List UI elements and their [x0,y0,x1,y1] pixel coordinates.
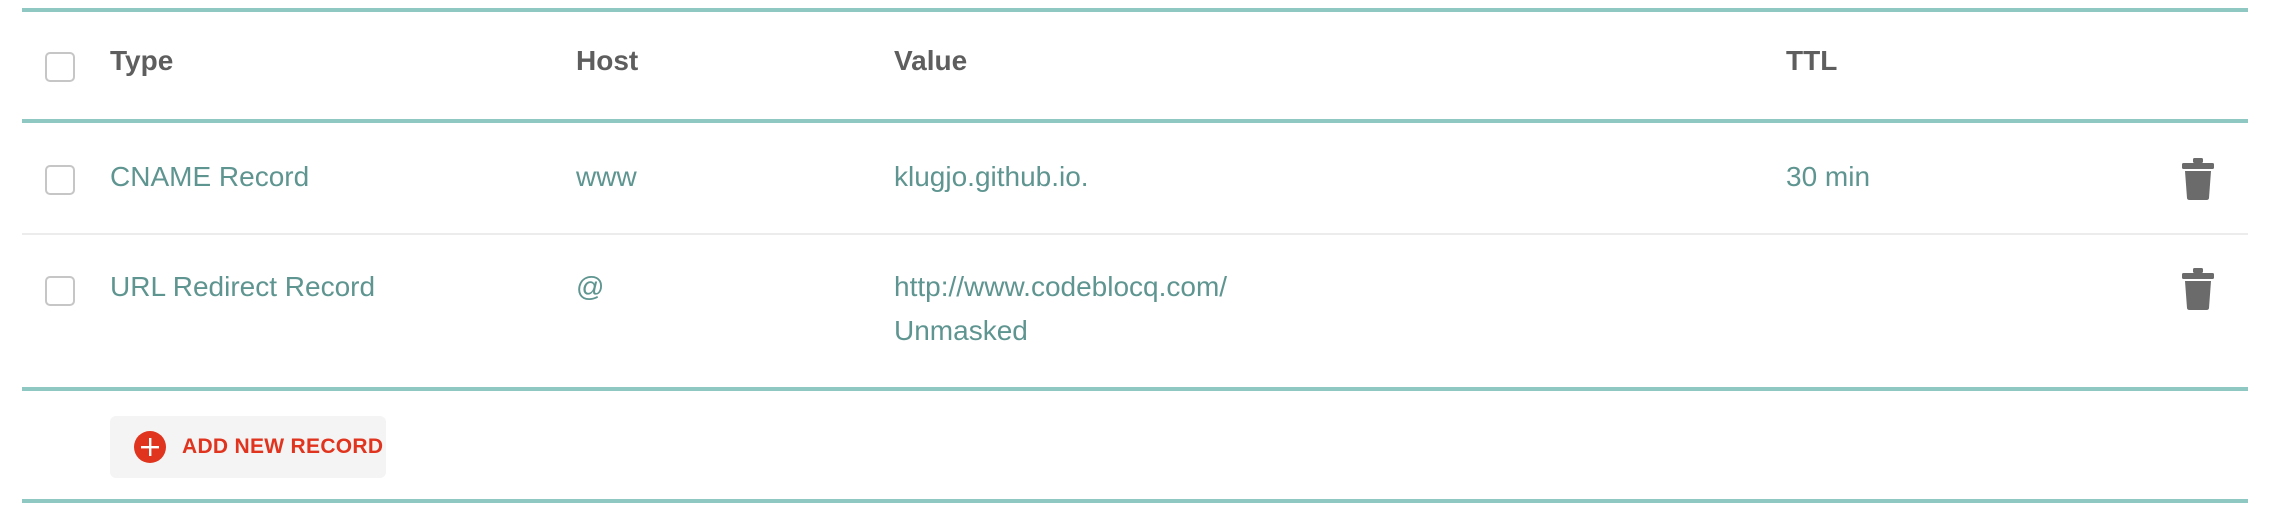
add-new-record-label: ADD NEW RECORD [182,435,384,458]
record-ttl[interactable]: 30 min [1786,160,1870,194]
record-value[interactable]: klugjo.github.io. [894,160,1089,194]
add-new-record-button[interactable]: ADD NEW RECORD [110,416,386,478]
row-checkbox[interactable] [45,276,75,306]
table-top-border [22,8,2248,12]
plus-circle-icon [134,431,166,463]
record-host[interactable]: www [576,160,637,194]
select-all-checkbox[interactable] [45,52,75,82]
rows-bottom-border [22,387,2248,391]
record-type[interactable]: URL Redirect Record [110,270,375,304]
trash-icon[interactable] [2181,268,2215,310]
dns-records-table: Type Host Value TTL CNAME Record www klu… [0,0,2278,532]
column-header-ttl: TTL [1786,45,1838,76]
record-type[interactable]: CNAME Record [110,160,309,194]
table-bottom-border [22,499,2248,503]
record-host[interactable]: @ [576,270,604,304]
trash-icon[interactable] [2181,158,2215,200]
row-checkbox[interactable] [45,165,75,195]
column-header-type: Type [110,45,174,76]
record-value[interactable]: http://www.codeblocq.com/ [894,270,1227,304]
row-divider [22,233,2248,235]
column-header-host: Host [576,45,639,76]
header-divider [22,119,2248,123]
record-value-mode: Unmasked [894,315,1028,346]
column-header-value: Value [894,45,968,76]
